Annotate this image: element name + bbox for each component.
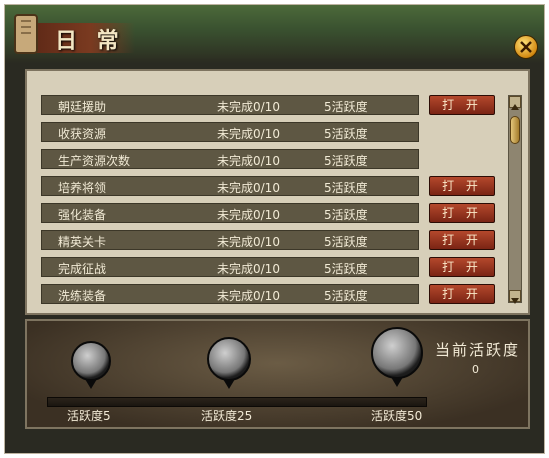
activity-panel: 活跃度5 活跃度25 活跃度50 当前活跃度 0 bbox=[25, 319, 530, 429]
task-row: 强化装备 未完成0/10 5活跃度 bbox=[41, 203, 419, 223]
activity-title: 当前活跃度 bbox=[435, 341, 521, 359]
task-reward: 5活跃度 bbox=[324, 100, 368, 114]
task-reward: 5活跃度 bbox=[324, 262, 368, 276]
close-icon bbox=[520, 41, 532, 53]
window-title: 日 常 bbox=[55, 28, 125, 54]
task-list-panel: 朝廷援助 未完成0/10 5活跃度 打 开 收获资源 未完成0/10 5活跃度 … bbox=[25, 69, 530, 315]
task-reward: 5活跃度 bbox=[324, 208, 368, 222]
bag-pin bbox=[391, 377, 403, 387]
open-button[interactable]: 打 开 bbox=[429, 203, 495, 223]
task-row: 朝廷援助 未完成0/10 5活跃度 bbox=[41, 95, 419, 115]
task-name: 朝廷援助 bbox=[58, 100, 107, 114]
task-status: 未完成0/10 bbox=[217, 262, 280, 276]
task-name: 培养将领 bbox=[58, 181, 107, 195]
close-button[interactable] bbox=[514, 35, 538, 59]
task-status: 未完成0/10 bbox=[217, 127, 280, 141]
task-name: 完成征战 bbox=[58, 262, 107, 276]
bag-pin bbox=[223, 379, 235, 389]
task-row: 生产资源次数 未完成0/10 5活跃度 bbox=[41, 149, 419, 169]
task-name: 生产资源次数 bbox=[58, 154, 131, 168]
daily-window: 日 常 朝廷援助 未完成0/10 5活跃度 打 开 收获资源 未完成0/10 5… bbox=[4, 4, 545, 454]
bag-pin bbox=[85, 379, 97, 389]
money-bag-icon bbox=[207, 337, 251, 381]
money-bag-icon bbox=[371, 327, 423, 379]
task-row: 完成征战 未完成0/10 5活跃度 bbox=[41, 257, 419, 277]
task-row: 培养将领 未完成0/10 5活跃度 bbox=[41, 176, 419, 196]
open-button[interactable]: 打 开 bbox=[429, 230, 495, 250]
scrollbar[interactable] bbox=[508, 95, 522, 304]
task-name: 精英关卡 bbox=[58, 235, 107, 249]
task-reward: 5活跃度 bbox=[324, 181, 368, 195]
task-reward: 5活跃度 bbox=[324, 154, 368, 168]
task-reward: 5活跃度 bbox=[324, 289, 368, 303]
task-reward: 5活跃度 bbox=[324, 235, 368, 249]
open-button[interactable]: 打 开 bbox=[429, 176, 495, 196]
task-name: 洗练装备 bbox=[58, 289, 107, 303]
open-button[interactable]: 打 开 bbox=[429, 257, 495, 277]
task-status: 未完成0/10 bbox=[217, 235, 280, 249]
task-status: 未完成0/10 bbox=[217, 289, 280, 303]
arrow-up-icon bbox=[511, 104, 519, 110]
scroll-thumb[interactable] bbox=[510, 116, 520, 144]
arrow-down-icon bbox=[511, 298, 519, 304]
activity-progress-bar bbox=[47, 397, 427, 407]
task-row: 洗练装备 未完成0/10 5活跃度 bbox=[41, 284, 419, 304]
scroll-up-button[interactable] bbox=[509, 96, 521, 110]
open-button[interactable]: 打 开 bbox=[429, 95, 495, 115]
task-reward: 5活跃度 bbox=[324, 127, 368, 141]
milestone-label: 活跃度50 bbox=[371, 409, 423, 423]
task-status: 未完成0/10 bbox=[217, 154, 280, 168]
task-status: 未完成0/10 bbox=[217, 100, 280, 114]
task-status: 未完成0/10 bbox=[217, 208, 280, 222]
scroll-down-button[interactable] bbox=[509, 290, 521, 304]
task-row: 精英关卡 未完成0/10 5活跃度 bbox=[41, 230, 419, 250]
milestone-label: 活跃度5 bbox=[67, 409, 111, 423]
task-status: 未完成0/10 bbox=[217, 181, 280, 195]
task-name: 强化装备 bbox=[58, 208, 107, 222]
milestone-label: 活跃度25 bbox=[201, 409, 253, 423]
task-name: 收获资源 bbox=[58, 127, 107, 141]
activity-value: 0 bbox=[472, 363, 479, 376]
money-bag-icon bbox=[71, 341, 111, 381]
task-row: 收获资源 未完成0/10 5活跃度 bbox=[41, 122, 419, 142]
open-button[interactable]: 打 开 bbox=[429, 284, 495, 304]
